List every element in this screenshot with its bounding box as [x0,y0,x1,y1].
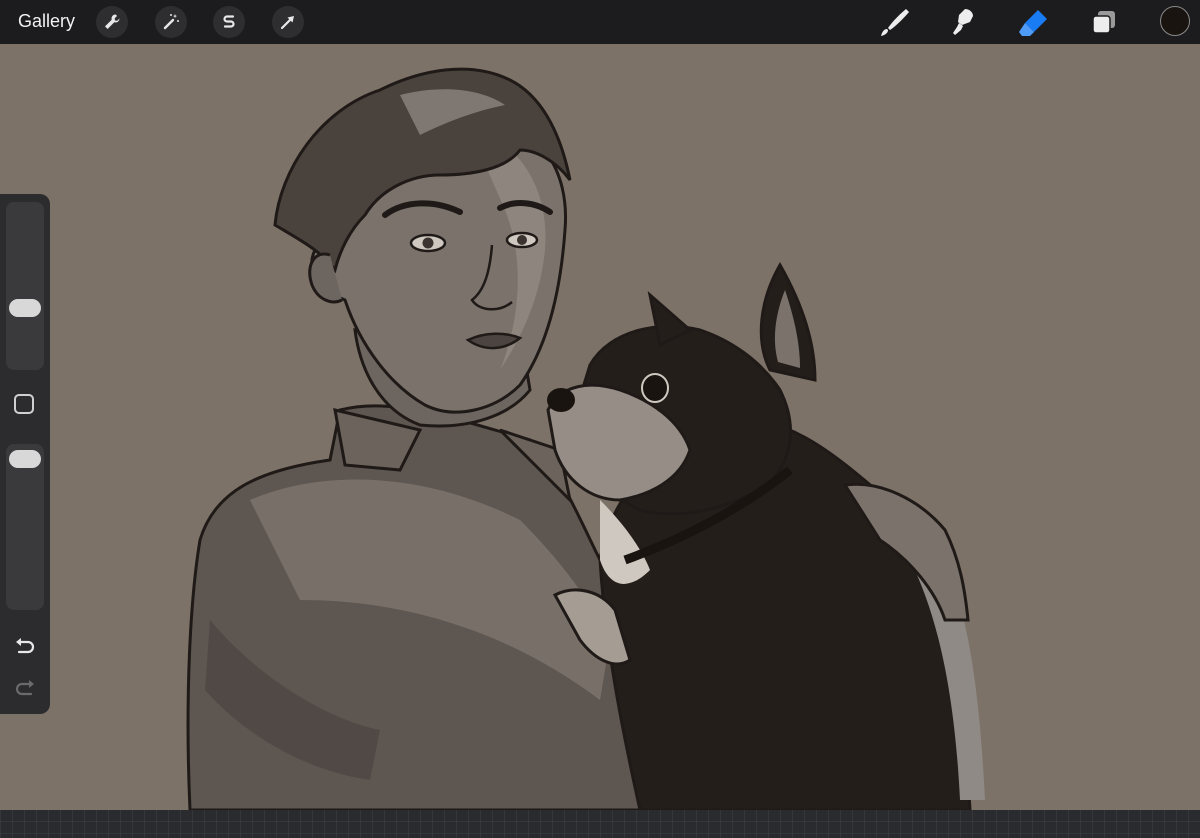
eraser-icon[interactable] [1016,4,1052,40]
undo-icon[interactable] [12,636,38,658]
gallery-button[interactable]: Gallery [18,11,75,32]
redo-icon[interactable] [12,678,38,700]
brush-size-knob[interactable] [9,298,41,317]
color-picker-swatch[interactable] [1160,6,1190,36]
drawing-canvas[interactable] [0,44,1200,810]
top-toolbar: Gallery [0,0,1200,44]
brush-icon[interactable] [876,4,912,40]
opacity-knob[interactable] [9,449,41,468]
adjustments-magic-wand-icon[interactable] [155,6,187,38]
opacity-slider[interactable] [6,444,44,610]
left-sidebar [0,194,50,714]
selection-s-icon[interactable] [213,6,245,38]
bottom-dock-strip [0,810,1200,838]
transform-arrow-icon[interactable] [272,6,304,38]
brush-size-slider[interactable] [6,202,44,370]
layers-icon[interactable] [1086,4,1122,40]
smudge-icon[interactable] [946,4,982,40]
modifier-square-button[interactable] [14,394,34,414]
artwork-illustration [186,67,985,810]
actions-wrench-icon[interactable] [96,6,128,38]
